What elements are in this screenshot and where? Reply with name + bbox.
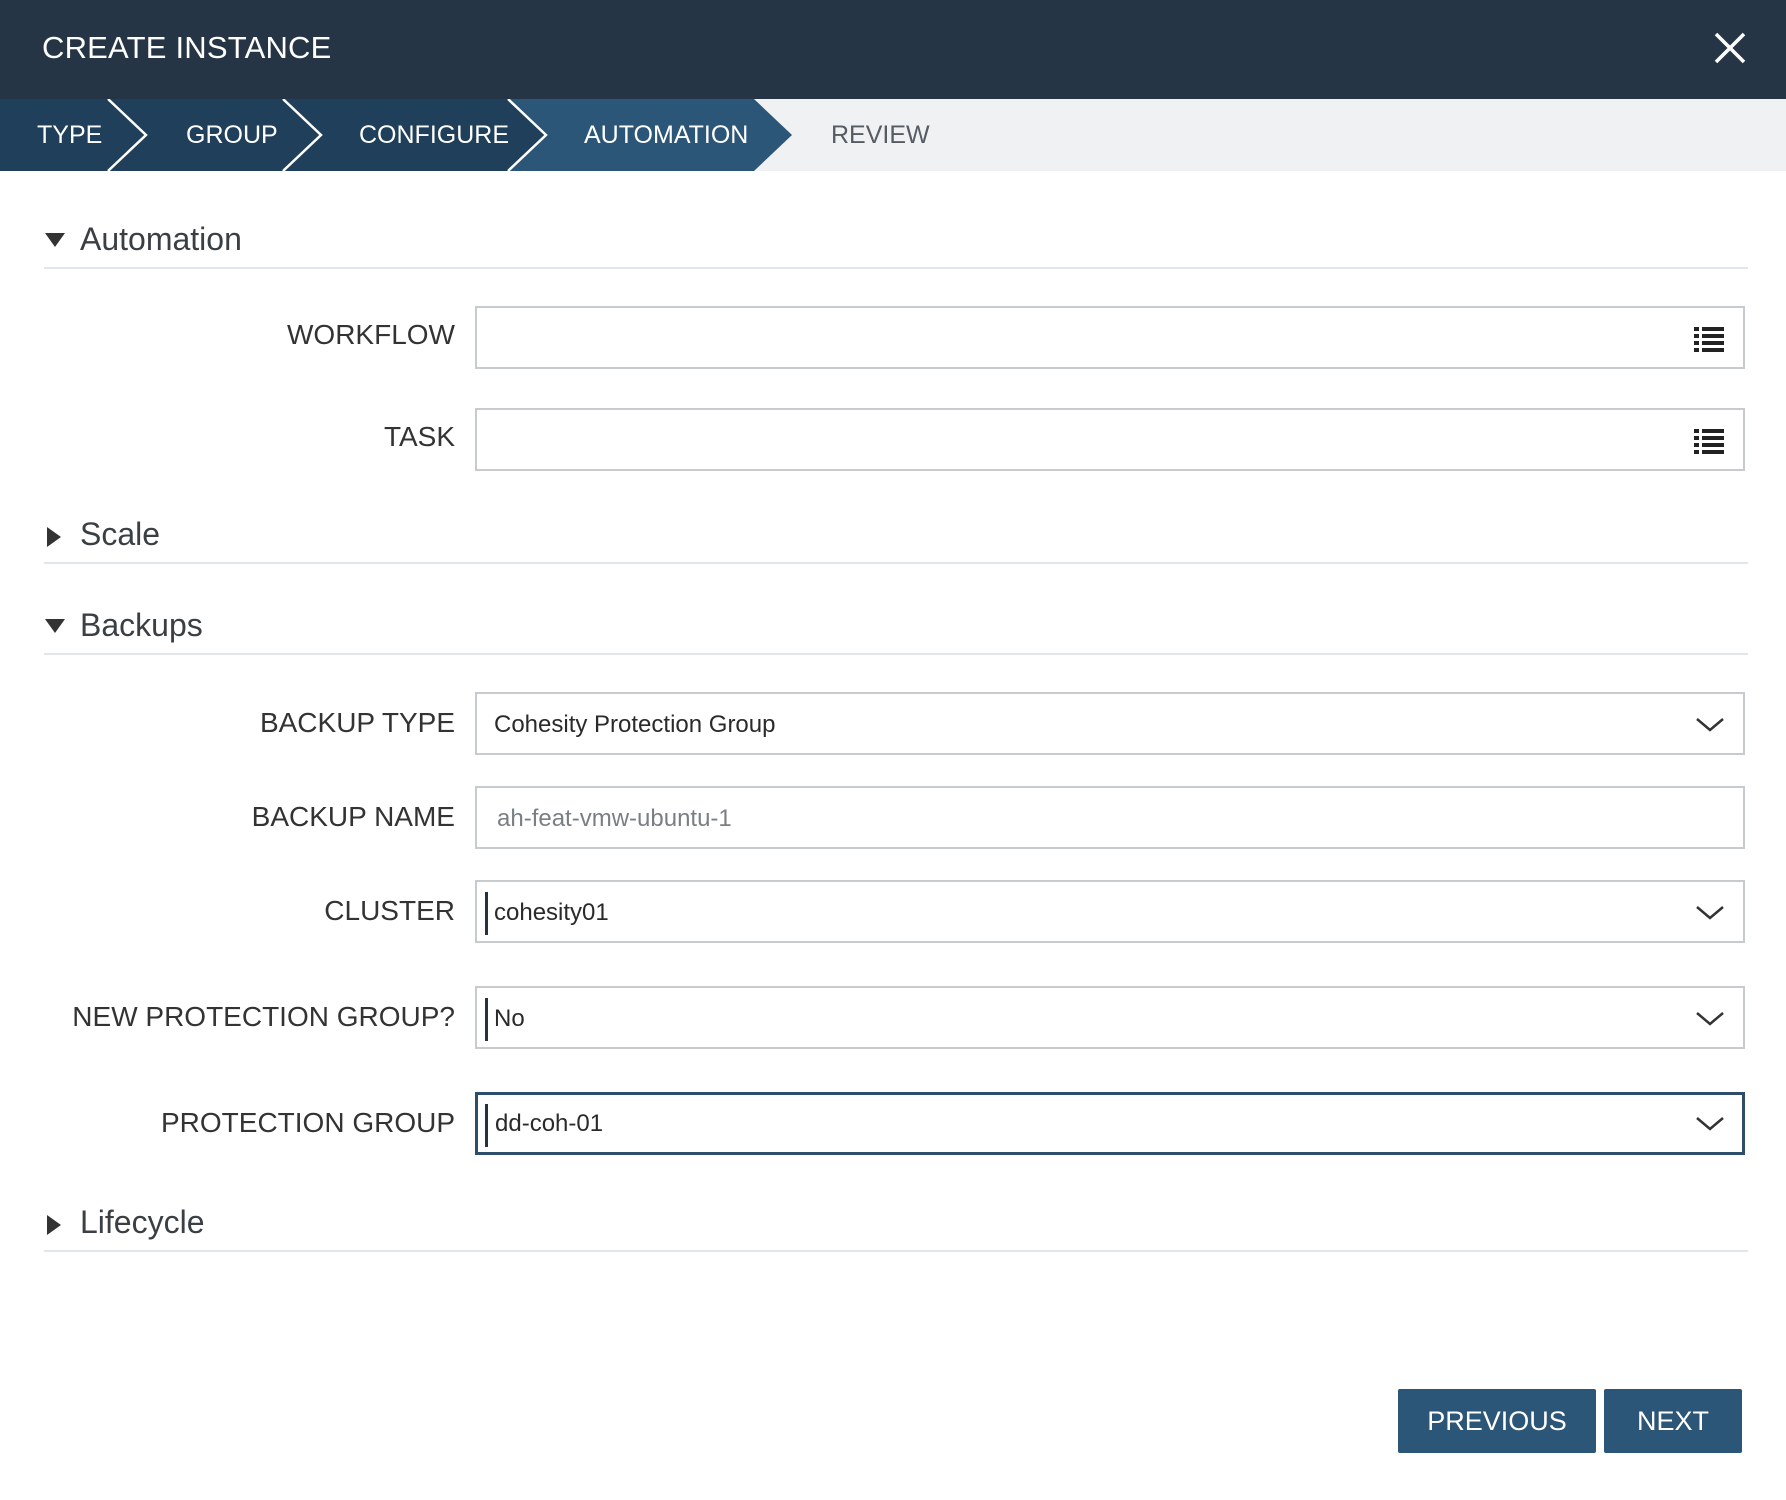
protection-group-select[interactable]: dd-coh-01 [475, 1092, 1745, 1155]
protection-group-value: dd-coh-01 [495, 1110, 604, 1137]
cluster-select[interactable]: cohesity01 [475, 880, 1745, 943]
backup-name-field[interactable]: ah-feat-vmw-ubuntu-1 [475, 786, 1745, 849]
workflow-label: WORKFLOW [287, 319, 455, 350]
new-protection-group-value: No [494, 1005, 525, 1032]
modal-title: CREATE INSTANCE [42, 30, 332, 65]
protection-group-label: PROTECTION GROUP [160, 1107, 455, 1138]
triangle-right-icon [47, 1215, 61, 1235]
backup-name-value: ah-feat-vmw-ubuntu-1 [497, 805, 732, 832]
section-lifecycle-title: Lifecycle [80, 1204, 205, 1240]
chevron-down-icon [1696, 906, 1724, 920]
section-automation-title: Automation [80, 221, 242, 257]
wizard-steps: TYPE GROUP CONFIGURE AUTOMATION REVIEW [0, 99, 1786, 171]
step-automation[interactable]: AUTOMATION [584, 99, 748, 171]
section-backups-title: Backups [80, 607, 203, 643]
create-instance-modal: CREATE INSTANCE TYPE GROUP CONFIGURE AUT… [0, 0, 1786, 1500]
step-group[interactable]: GROUP [186, 99, 278, 171]
modal-header: CREATE INSTANCE [0, 0, 1786, 99]
section-scale-title: Scale [80, 516, 161, 552]
close-icon[interactable] [1712, 30, 1748, 66]
text-cursor [485, 998, 488, 1041]
new-protection-group-label: NEW PROTECTION GROUP? [72, 1001, 455, 1032]
step-review[interactable]: REVIEW [831, 99, 930, 171]
cluster-value: cohesity01 [494, 899, 609, 926]
next-button[interactable]: NEXT [1604, 1389, 1742, 1453]
backup-type-select[interactable]: Cohesity Protection Group [475, 692, 1745, 755]
text-cursor [485, 1104, 488, 1147]
backup-type-value: Cohesity Protection Group [494, 711, 776, 738]
list-icon[interactable] [1693, 425, 1725, 457]
chevron-down-icon [1696, 1012, 1724, 1026]
triangle-right-icon [47, 527, 61, 547]
cluster-label: CLUSTER [324, 895, 455, 926]
section-automation-header[interactable]: Automation [44, 213, 1748, 269]
triangle-down-icon [45, 233, 65, 247]
step-type[interactable]: TYPE [37, 99, 102, 171]
section-lifecycle-header[interactable]: Lifecycle [44, 1196, 1748, 1252]
backup-name-label: BACKUP NAME [251, 801, 455, 832]
task-label: TASK [383, 421, 455, 452]
triangle-down-icon [45, 619, 65, 633]
step-configure[interactable]: CONFIGURE [359, 99, 509, 171]
previous-button[interactable]: PREVIOUS [1398, 1389, 1596, 1453]
task-field[interactable] [475, 408, 1745, 471]
chevron-down-icon [1696, 1117, 1724, 1131]
section-backups-header[interactable]: Backups [44, 599, 1748, 655]
section-scale-header[interactable]: Scale [44, 508, 1748, 564]
text-cursor [485, 892, 488, 935]
backup-type-label: BACKUP TYPE [259, 707, 455, 738]
chevron-down-icon [1696, 718, 1724, 732]
new-protection-group-select[interactable]: No [475, 986, 1745, 1049]
list-icon[interactable] [1693, 323, 1725, 355]
workflow-field[interactable] [475, 306, 1745, 369]
